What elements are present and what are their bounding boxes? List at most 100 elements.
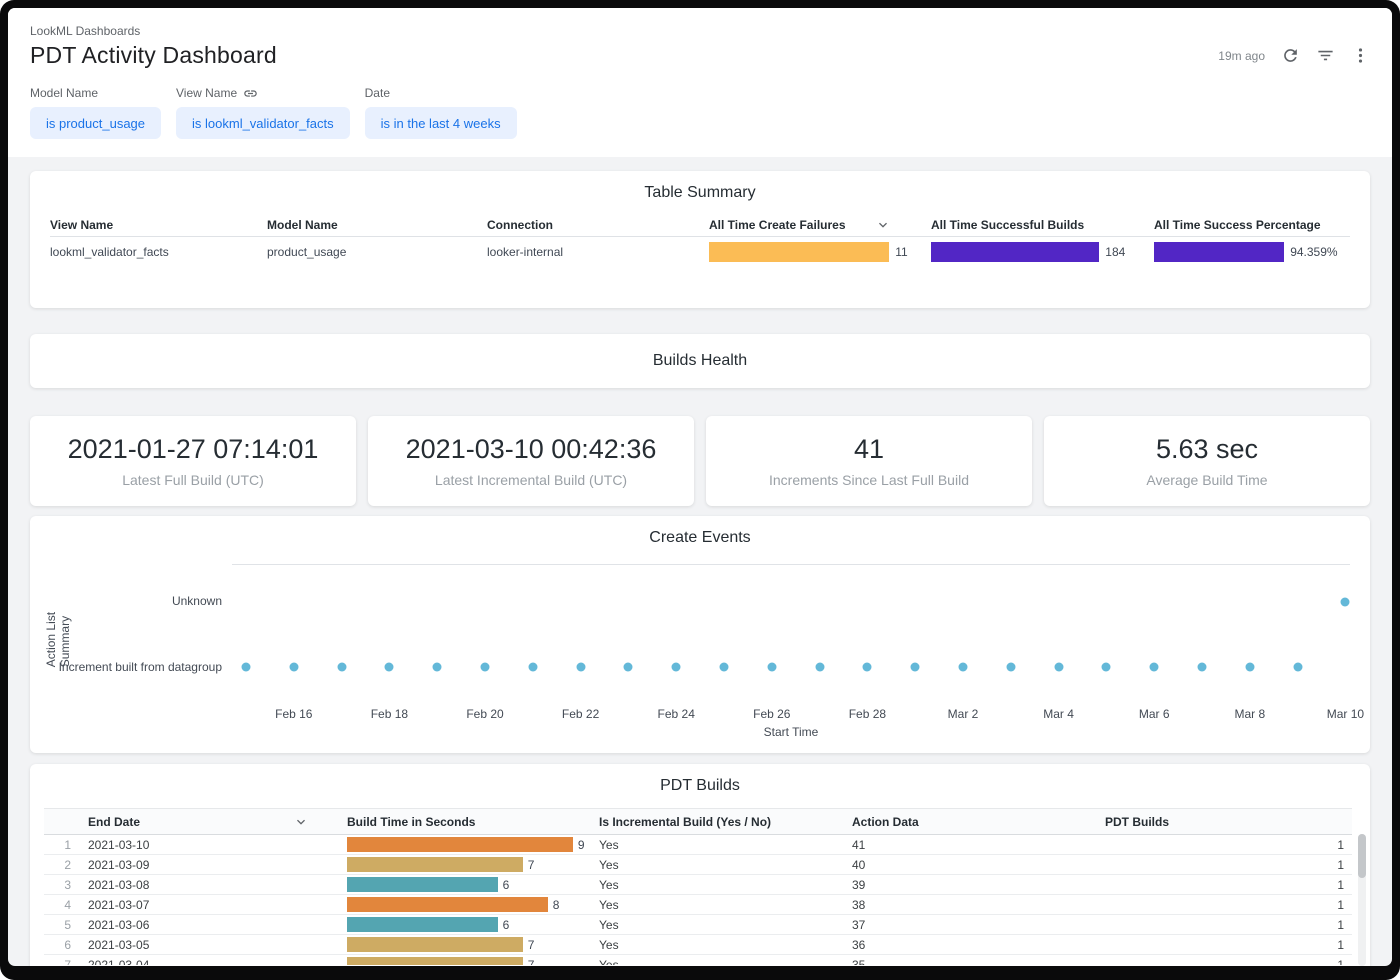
tile-title: PDT Builds	[30, 776, 1370, 796]
column-header-incremental[interactable]: Is Incremental Build (Yes / No)	[599, 815, 852, 829]
header-actions: 19m ago	[1218, 46, 1370, 65]
table-row[interactable]: 72021-03-047Yes351	[44, 955, 1352, 965]
filter-chip[interactable]: is product_usage	[30, 107, 161, 139]
column-header-action-data[interactable]: Action Data	[852, 815, 1105, 829]
column-header-end-date[interactable]: End Date	[88, 814, 347, 830]
column-header-pdt-builds[interactable]: PDT Builds	[1105, 815, 1352, 829]
kpi-card: 41Increments Since Last Full Build	[706, 416, 1032, 506]
data-bar[interactable]	[931, 242, 1099, 262]
x-tick-label: Feb 22	[562, 707, 599, 721]
scatter-point[interactable]	[1341, 597, 1350, 606]
scatter-point[interactable]	[1150, 663, 1159, 672]
build-time-bar[interactable]	[347, 937, 523, 952]
table-row[interactable]: 32021-03-086Yes391	[44, 875, 1352, 895]
scatter-point[interactable]	[337, 663, 346, 672]
scatter-plot	[232, 564, 1350, 701]
build-time-cell: 7	[347, 857, 599, 872]
bar-value: 8	[553, 898, 560, 912]
scatter-point[interactable]	[624, 663, 633, 672]
incremental-cell: Yes	[599, 958, 852, 966]
column-header-build-time[interactable]: Build Time in Seconds	[347, 815, 599, 829]
kpi-row: 2021-01-27 07:14:01Latest Full Build (UT…	[30, 416, 1370, 506]
scatter-point[interactable]	[528, 663, 537, 672]
scatter-point[interactable]	[289, 663, 298, 672]
table-row[interactable]: 42021-03-078Yes381	[44, 895, 1352, 915]
table-row[interactable]: 62021-03-057Yes361	[44, 935, 1352, 955]
row-number: 1	[44, 838, 88, 852]
column-header-successful-builds[interactable]: All Time Successful Builds	[931, 218, 1154, 232]
kpi-card: 5.63 secAverage Build Time	[1044, 416, 1370, 506]
incremental-cell: Yes	[599, 918, 852, 932]
x-tick-label: Feb 18	[371, 707, 408, 721]
refresh-button[interactable]	[1281, 46, 1300, 65]
scrollbar[interactable]	[1358, 834, 1366, 966]
scatter-x-axis: Feb 16Feb 18Feb 20Feb 22Feb 24Feb 26Feb …	[232, 705, 1350, 723]
end-date-cell: 2021-03-07	[88, 898, 347, 912]
kpi-value: 2021-03-10 00:42:36	[406, 434, 657, 465]
table-row[interactable]: lookml_validator_facts product_usage loo…	[50, 237, 1350, 267]
column-header-connection[interactable]: Connection	[487, 218, 709, 232]
scatter-point[interactable]	[767, 663, 776, 672]
scrollbar-thumb[interactable]	[1358, 834, 1366, 878]
scatter-point[interactable]	[720, 663, 729, 672]
pdt-builds-tile: PDT Builds End Date Build Time in Second…	[30, 764, 1370, 966]
scatter-point[interactable]	[815, 663, 824, 672]
view-name-cell: lookml_validator_facts	[50, 245, 267, 259]
filter-chip[interactable]: is lookml_validator_facts	[176, 107, 350, 139]
pdt-builds-cell: 1	[1105, 938, 1352, 952]
column-header-view-name[interactable]: View Name	[50, 218, 267, 232]
scatter-point[interactable]	[1245, 663, 1254, 672]
scatter-point[interactable]	[1293, 663, 1302, 672]
dashboard-body: Table Summary View Name Model Name Conne…	[8, 157, 1392, 966]
action-data-cell: 41	[852, 838, 1105, 852]
column-header-success-percentage[interactable]: All Time Success Percentage	[1154, 218, 1350, 232]
scatter-point[interactable]	[481, 663, 490, 672]
scatter-point[interactable]	[911, 663, 920, 672]
action-data-cell: 35	[852, 958, 1105, 966]
scatter-point[interactable]	[863, 663, 872, 672]
end-date-cell: 2021-03-06	[88, 918, 347, 932]
scatter-point[interactable]	[576, 663, 585, 672]
sort-chevron-down-icon	[293, 814, 309, 830]
x-tick-label: Feb 24	[658, 707, 695, 721]
table-row[interactable]: 52021-03-066Yes371	[44, 915, 1352, 935]
breadcrumb[interactable]: LookML Dashboards	[30, 24, 1370, 38]
title-row: PDT Activity Dashboard 19m ago	[30, 42, 1370, 69]
table-row[interactable]: 12021-03-109Yes411	[44, 835, 1352, 855]
table-row[interactable]: 22021-03-097Yes401	[44, 855, 1352, 875]
scatter-point[interactable]	[242, 663, 251, 672]
data-bar[interactable]	[1154, 242, 1284, 262]
data-bar[interactable]	[709, 242, 889, 262]
tile-title: Create Events	[50, 528, 1350, 548]
x-tick-label: Mar 8	[1234, 707, 1265, 721]
scatter-point[interactable]	[959, 663, 968, 672]
x-axis-title: Start Time	[232, 725, 1350, 739]
build-time-bar[interactable]	[347, 837, 573, 852]
x-tick-label: Mar 2	[948, 707, 979, 721]
column-header-model-name[interactable]: Model Name	[267, 218, 487, 232]
build-time-bar[interactable]	[347, 917, 498, 932]
build-time-cell: 9	[347, 837, 599, 852]
build-time-bar[interactable]	[347, 957, 523, 965]
scatter-point[interactable]	[385, 663, 394, 672]
build-time-bar[interactable]	[347, 897, 548, 912]
bar-value: 7	[528, 958, 535, 966]
column-header-create-failures[interactable]: All Time Create Failures	[709, 217, 931, 233]
scatter-point[interactable]	[672, 663, 681, 672]
build-time-bar[interactable]	[347, 877, 498, 892]
scatter-point[interactable]	[433, 663, 442, 672]
scatter-point[interactable]	[1102, 663, 1111, 672]
dashboard-menu-button[interactable]	[1351, 46, 1370, 65]
end-date-cell: 2021-03-04	[88, 958, 347, 966]
build-time-bar[interactable]	[347, 857, 523, 872]
sort-chevron-down-icon	[875, 217, 891, 233]
summary-table: View Name Model Name Connection All Time…	[50, 213, 1350, 267]
filter-chip[interactable]: is in the last 4 weeks	[365, 107, 517, 139]
bar-value: 6	[503, 918, 510, 932]
scatter-point[interactable]	[1198, 663, 1207, 672]
scatter-point[interactable]	[1006, 663, 1015, 672]
build-time-cell: 6	[347, 917, 599, 932]
dashboard-filters-button[interactable]	[1316, 46, 1335, 65]
incremental-cell: Yes	[599, 878, 852, 892]
scatter-point[interactable]	[1054, 663, 1063, 672]
